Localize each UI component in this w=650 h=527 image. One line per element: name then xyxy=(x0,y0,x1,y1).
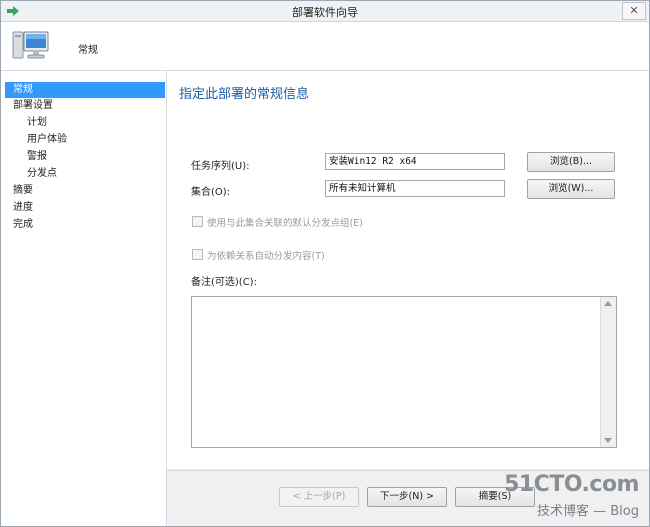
watermark-logo: 51CTO.com xyxy=(504,472,639,497)
nav-item-distribution-points[interactable]: 分发点 xyxy=(5,166,165,182)
nav-item-alerts[interactable]: 警报 xyxy=(5,149,165,165)
watermark-caption: 技术博客 — Blog xyxy=(536,504,639,519)
content-panel: 指定此部署的常规信息 任务序列(U): 安装Win12 R2 x64 浏览(B)… xyxy=(167,71,649,469)
wizard-header: 常规 xyxy=(1,22,649,71)
task-sequence-label: 任务序列(U): xyxy=(191,161,250,172)
nav-item-user-experience[interactable]: 用户体验 xyxy=(5,132,165,148)
header-title: 常规 xyxy=(78,45,98,56)
collection-label: 集合(O): xyxy=(191,187,231,198)
next-button[interactable]: 下一步(N) > xyxy=(367,487,447,507)
section-title: 指定此部署的常规信息 xyxy=(179,87,310,102)
browse-collection-button[interactable]: 浏览(W)... xyxy=(527,179,615,199)
wizard-nav: 常规 部署设置 计划 用户体验 警报 分发点 摘要 进度 完成 xyxy=(1,71,167,526)
nav-item-completion[interactable]: 完成 xyxy=(5,217,165,233)
computer-icon xyxy=(12,31,49,59)
auto-distribute-checkbox[interactable] xyxy=(192,249,203,260)
watermark: 51CTO.com 技术博客 — Blog xyxy=(504,472,643,522)
window-title: 部署软件向导 xyxy=(292,6,358,19)
default-dp-group-checkbox[interactable] xyxy=(192,216,203,227)
notes-scrollbar[interactable] xyxy=(600,297,616,447)
browse-task-sequence-button[interactable]: 浏览(B)... xyxy=(527,152,615,172)
task-sequence-input[interactable]: 安装Win12 R2 x64 xyxy=(325,153,505,170)
previous-button[interactable]: < 上一步(P) xyxy=(279,487,359,507)
nav-item-schedule[interactable]: 计划 xyxy=(5,115,165,131)
scroll-down-icon[interactable] xyxy=(604,438,612,443)
collection-input[interactable]: 所有未知计算机 xyxy=(325,180,505,197)
nav-item-progress[interactable]: 进度 xyxy=(5,200,165,216)
nav-item-summary[interactable]: 摘要 xyxy=(5,183,165,199)
notes-label: 备注(可选)(C): xyxy=(191,277,257,288)
default-dp-group-label: 使用与此集合关联的默认分发点组(E) xyxy=(207,218,363,229)
scroll-up-icon[interactable] xyxy=(604,301,612,306)
title-bar: 部署软件向导 ✕ xyxy=(1,1,649,22)
close-icon: ✕ xyxy=(629,4,639,17)
nav-item-general[interactable]: 常规 xyxy=(5,82,165,98)
close-button[interactable]: ✕ xyxy=(622,2,646,20)
nav-item-deployment-settings[interactable]: 部署设置 xyxy=(5,98,165,114)
wizard-window: 部署软件向导 ✕ 常规 常规 部署设置 计划 用户体验 警报 分发点 摘要 进度… xyxy=(0,0,650,527)
auto-distribute-label: 为依赖关系自动分发内容(T) xyxy=(207,251,325,262)
notes-textarea[interactable] xyxy=(191,296,617,448)
